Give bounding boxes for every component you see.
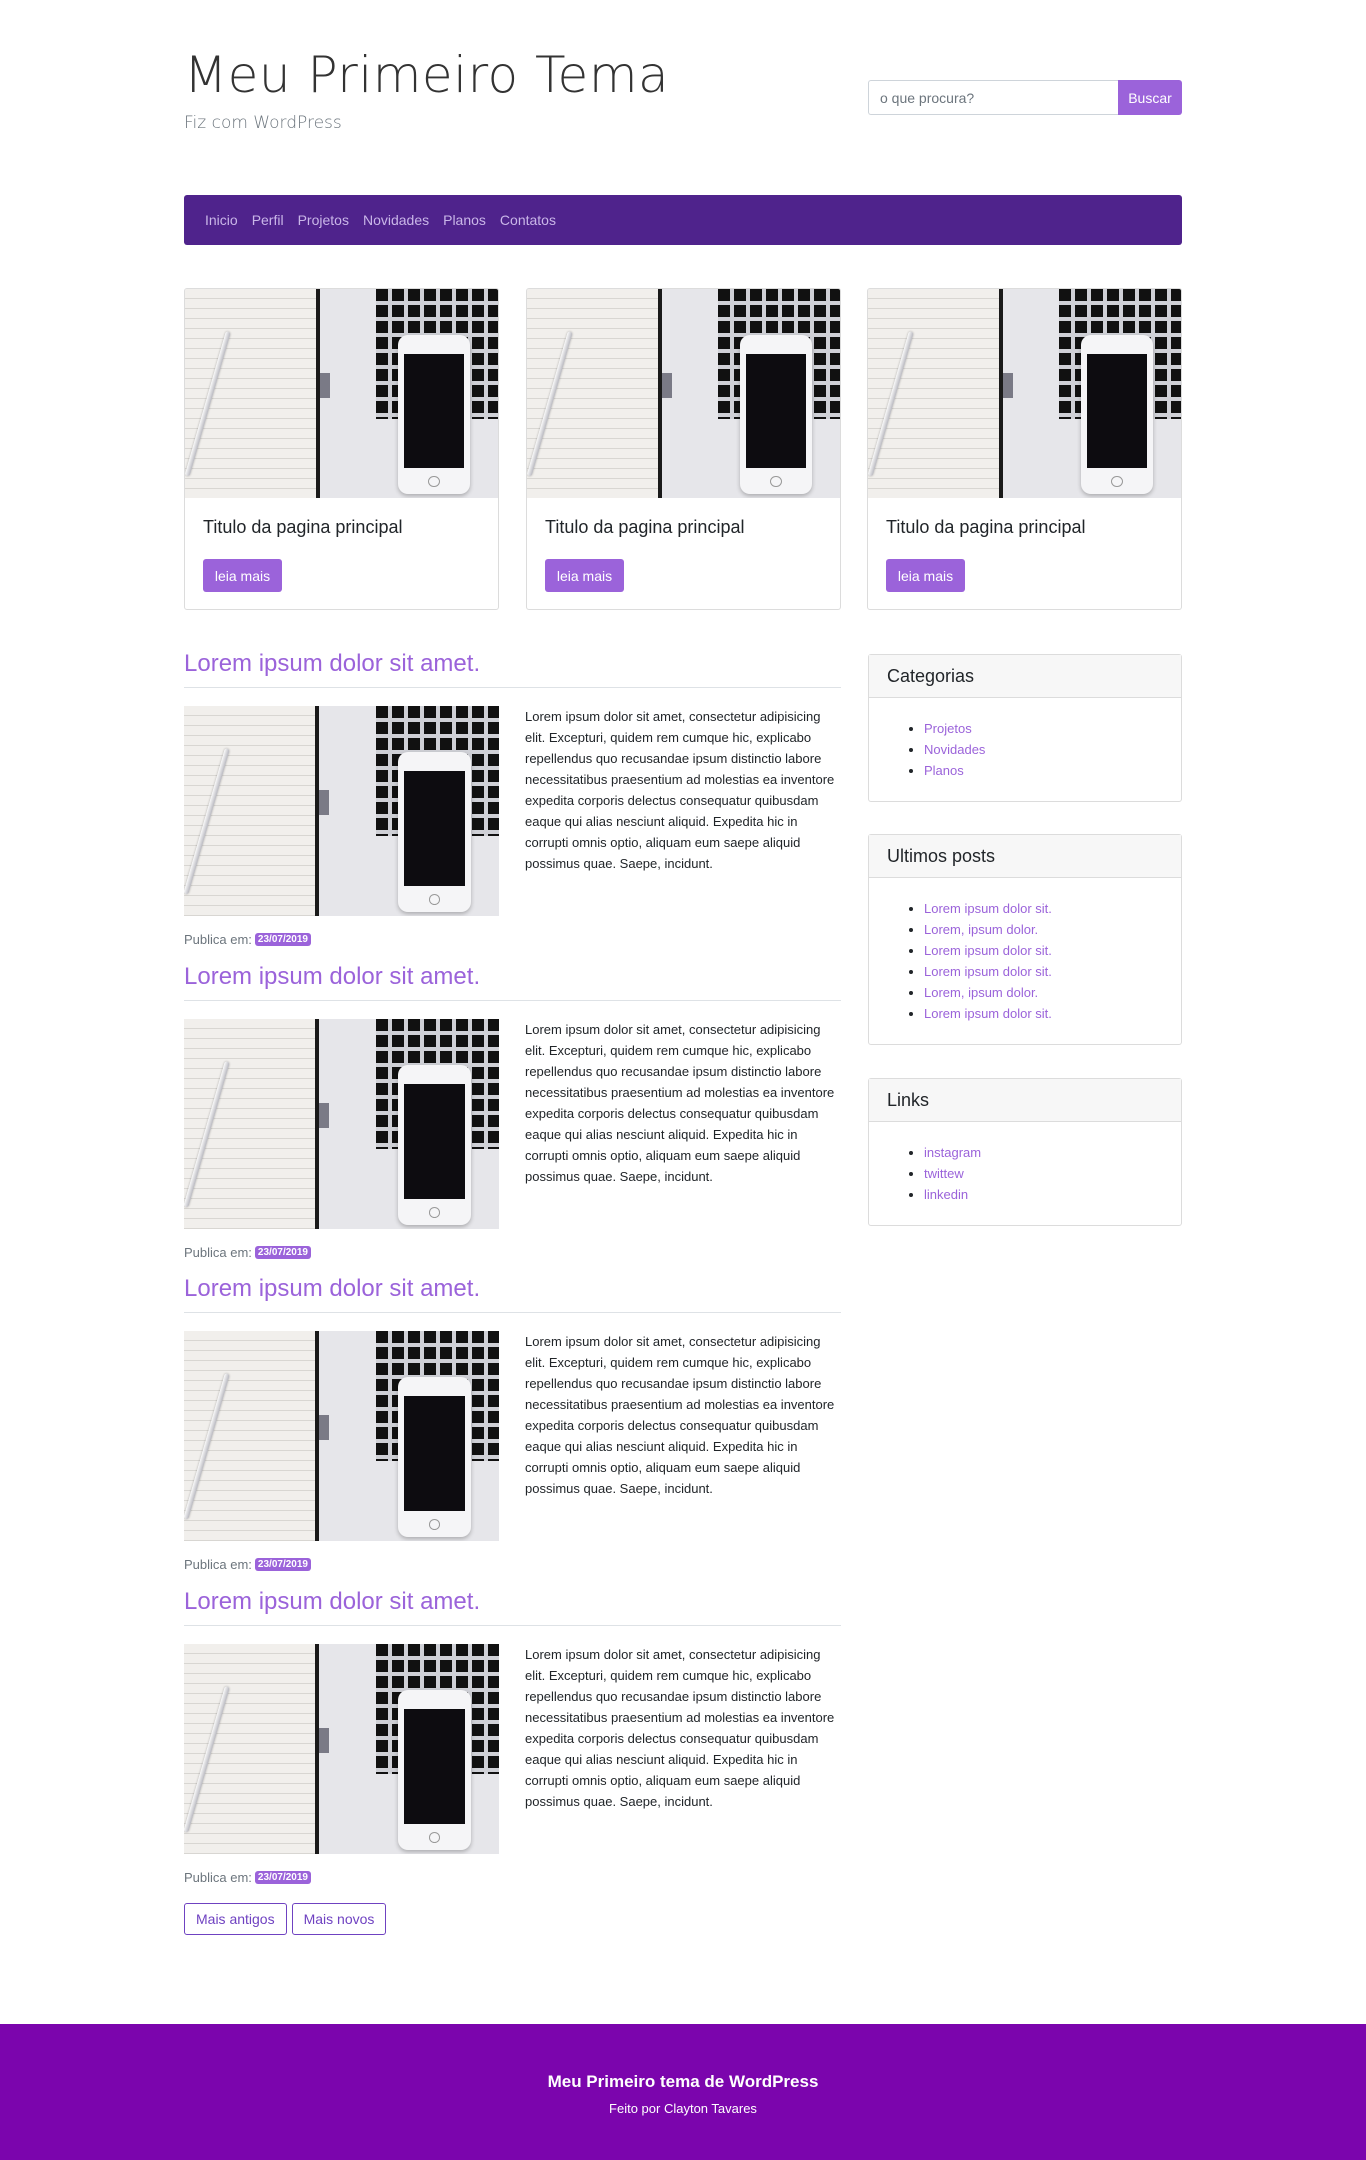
nav-item-projetos[interactable]: Projetos bbox=[298, 212, 349, 228]
card-title: Titulo da pagina principal bbox=[886, 517, 1086, 537]
site-description: Fiz com WordPress bbox=[184, 113, 342, 133]
site-footer: Meu Primeiro tema de WordPress Feito por… bbox=[0, 2024, 1366, 2160]
list-item: Lorem, ipsum dolor. bbox=[924, 919, 1181, 940]
post-title[interactable]: Lorem ipsum dolor sit amet. bbox=[184, 1275, 841, 1313]
site-title[interactable]: Meu Primeiro Tema bbox=[184, 46, 669, 104]
search-button[interactable]: Buscar bbox=[1118, 80, 1182, 115]
published-label: Publica em: bbox=[184, 1245, 252, 1260]
list-item: Lorem ipsum dolor sit. bbox=[924, 940, 1181, 961]
list-item: twittew bbox=[924, 1163, 1181, 1184]
read-more-button[interactable]: leia mais bbox=[545, 559, 624, 592]
category-link[interactable]: Novidades bbox=[924, 742, 985, 757]
card-title: Titulo da pagina principal bbox=[545, 517, 745, 537]
pagination: Mais antigos Mais novos bbox=[184, 1903, 387, 1935]
card-image bbox=[868, 289, 1181, 498]
list-item: instagram bbox=[924, 1142, 1181, 1163]
post-title[interactable]: Lorem ipsum dolor sit amet. bbox=[184, 650, 841, 688]
featured-card: Titulo da pagina principal leia mais bbox=[184, 288, 499, 610]
older-posts-button[interactable]: Mais antigos bbox=[184, 1903, 287, 1935]
card-title: Titulo da pagina principal bbox=[203, 517, 403, 537]
widget-title: Ultimos posts bbox=[869, 835, 1181, 878]
main-nav: Inicio Perfil Projetos Novidades Planos … bbox=[184, 195, 1182, 245]
date-badge: 23/07/2019 bbox=[254, 1558, 311, 1571]
list-item: Lorem, ipsum dolor. bbox=[924, 982, 1181, 1003]
nav-item-planos[interactable]: Planos bbox=[443, 212, 486, 228]
post-meta: Publica em: 23/07/2019 bbox=[184, 1557, 311, 1572]
instagram-link[interactable]: instagram bbox=[924, 1145, 981, 1160]
featured-card: Titulo da pagina principal leia mais bbox=[526, 288, 841, 610]
recent-post-link[interactable]: Lorem ipsum dolor sit. bbox=[924, 1006, 1052, 1021]
post-excerpt: Lorem ipsum dolor sit amet, consectetur … bbox=[525, 709, 835, 871]
post-excerpt: Lorem ipsum dolor sit amet, consectetur … bbox=[525, 1334, 835, 1496]
linkedin-link[interactable]: linkedin bbox=[924, 1187, 968, 1202]
post-image bbox=[184, 1019, 499, 1229]
date-badge: 23/07/2019 bbox=[254, 1871, 311, 1884]
widget-links: Links instagram twittew linkedin bbox=[868, 1078, 1182, 1226]
post-image bbox=[184, 706, 499, 916]
post: Lorem ipsum dolor sit amet. Lorem ipsum … bbox=[184, 1275, 841, 1572]
footer-credit: Feito por Clayton Tavares bbox=[609, 2101, 757, 2116]
read-more-button[interactable]: leia mais bbox=[886, 559, 965, 592]
search-form: Buscar bbox=[868, 80, 1182, 115]
nav-item-perfil[interactable]: Perfil bbox=[252, 212, 284, 228]
links-list: instagram twittew linkedin bbox=[869, 1122, 1181, 1225]
recent-post-link[interactable]: Lorem ipsum dolor sit. bbox=[924, 943, 1052, 958]
post-meta: Publica em: 23/07/2019 bbox=[184, 932, 311, 947]
post: Lorem ipsum dolor sit amet. Lorem ipsum … bbox=[184, 963, 841, 1260]
read-more-button[interactable]: leia mais bbox=[203, 559, 282, 592]
post-image bbox=[184, 1644, 499, 1854]
post-meta: Publica em: 23/07/2019 bbox=[184, 1870, 311, 1885]
list-item: linkedin bbox=[924, 1184, 1181, 1205]
widget-title: Links bbox=[869, 1079, 1181, 1122]
widget-recent-posts: Ultimos posts Lorem ipsum dolor sit. Lor… bbox=[868, 834, 1182, 1045]
recent-post-link[interactable]: Lorem, ipsum dolor. bbox=[924, 922, 1038, 937]
nav-item-contatos[interactable]: Contatos bbox=[500, 212, 556, 228]
post-excerpt: Lorem ipsum dolor sit amet, consectetur … bbox=[525, 1647, 835, 1809]
featured-card: Titulo da pagina principal leia mais bbox=[867, 288, 1182, 610]
card-image bbox=[185, 289, 498, 498]
recent-posts-list: Lorem ipsum dolor sit. Lorem, ipsum dolo… bbox=[869, 878, 1181, 1044]
post-title[interactable]: Lorem ipsum dolor sit amet. bbox=[184, 963, 841, 1001]
post-excerpt: Lorem ipsum dolor sit amet, consectetur … bbox=[525, 1022, 835, 1184]
category-link[interactable]: Planos bbox=[924, 763, 964, 778]
footer-title: Meu Primeiro tema de WordPress bbox=[547, 2072, 819, 2091]
post-title[interactable]: Lorem ipsum dolor sit amet. bbox=[184, 1588, 841, 1626]
card-image bbox=[527, 289, 840, 498]
newer-posts-button[interactable]: Mais novos bbox=[291, 1903, 387, 1935]
published-label: Publica em: bbox=[184, 1557, 252, 1572]
search-input[interactable] bbox=[868, 80, 1118, 115]
list-item: Lorem ipsum dolor sit. bbox=[924, 898, 1181, 919]
category-list: Projetos Novidades Planos bbox=[869, 698, 1181, 801]
twitter-link[interactable]: twittew bbox=[924, 1166, 964, 1181]
recent-post-link[interactable]: Lorem ipsum dolor sit. bbox=[924, 964, 1052, 979]
list-item: Lorem ipsum dolor sit. bbox=[924, 961, 1181, 982]
list-item: Projetos bbox=[924, 718, 1181, 739]
post-image bbox=[184, 1331, 499, 1541]
list-item: Planos bbox=[924, 760, 1181, 781]
nav-item-novidades[interactable]: Novidades bbox=[363, 212, 429, 228]
published-label: Publica em: bbox=[184, 1870, 252, 1885]
recent-post-link[interactable]: Lorem ipsum dolor sit. bbox=[924, 901, 1052, 916]
category-link[interactable]: Projetos bbox=[924, 721, 972, 736]
post-meta: Publica em: 23/07/2019 bbox=[184, 1245, 311, 1260]
date-badge: 23/07/2019 bbox=[254, 933, 311, 946]
published-label: Publica em: bbox=[184, 932, 252, 947]
list-item: Lorem ipsum dolor sit. bbox=[924, 1003, 1181, 1024]
widget-categories: Categorias Projetos Novidades Planos bbox=[868, 654, 1182, 802]
list-item: Novidades bbox=[924, 739, 1181, 760]
post: Lorem ipsum dolor sit amet. Lorem ipsum … bbox=[184, 1588, 841, 1885]
widget-title: Categorias bbox=[869, 655, 1181, 698]
nav-item-inicio[interactable]: Inicio bbox=[205, 212, 238, 228]
date-badge: 23/07/2019 bbox=[254, 1246, 311, 1259]
recent-post-link[interactable]: Lorem, ipsum dolor. bbox=[924, 985, 1038, 1000]
post: Lorem ipsum dolor sit amet. Lorem ipsum … bbox=[184, 650, 841, 947]
